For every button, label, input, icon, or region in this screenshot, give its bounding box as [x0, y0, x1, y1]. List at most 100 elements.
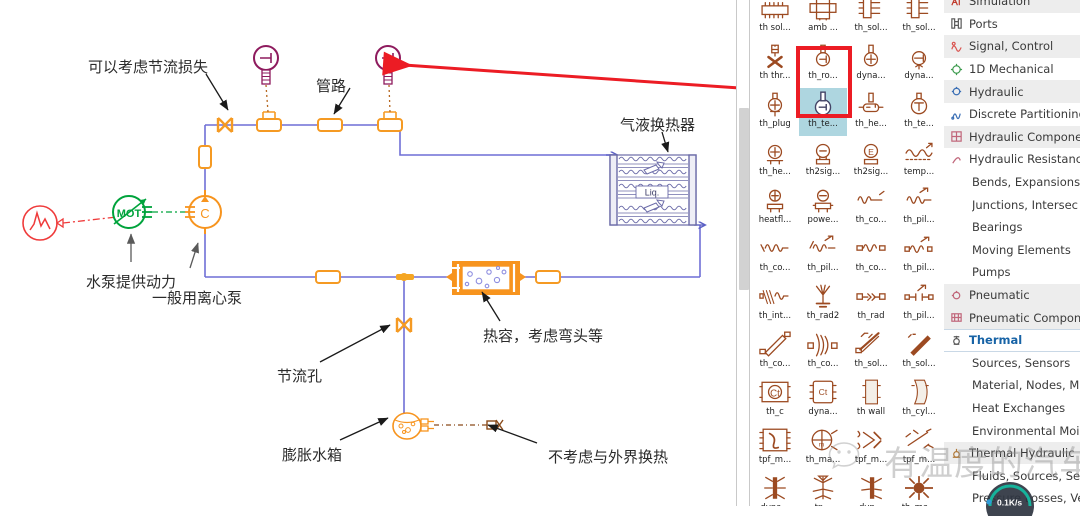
tree-item-ports[interactable]: Ports	[944, 13, 1080, 36]
tree-item-1d-mechanical[interactable]: 1D Mechanical	[944, 58, 1080, 81]
tree-item-label: Bearings	[972, 220, 1023, 235]
tree-item-label: Environmental Moi	[972, 423, 1080, 438]
mechanical-icon	[948, 62, 964, 76]
palette-item-12[interactable]: th_he...	[751, 136, 799, 184]
tree-item-simulation[interactable]: Simulation	[944, 0, 1080, 13]
palette-item-6[interactable]: dyna...	[847, 40, 895, 88]
heat_a-icon	[849, 89, 893, 119]
tree-item-discrete-partitioning[interactable]: Discrete Partitioning	[944, 103, 1080, 126]
tree-item-hydraulic-resistance[interactable]: Hydraulic Resistance	[944, 148, 1080, 171]
scrollbar-thumb[interactable]	[739, 108, 749, 290]
palette-item-29[interactable]: th_co...	[799, 328, 847, 376]
palette-item-18[interactable]: th_co...	[847, 184, 895, 232]
diagram-canvas[interactable]: Liq. MOT C 可以考虑节流损失 管路 气液换热器 水泵提供动力 一般用离…	[0, 0, 736, 506]
palette-item-4[interactable]: th thr...	[751, 40, 799, 88]
palette-item-10[interactable]: th_he...	[847, 88, 895, 136]
palette-item-26[interactable]: th_rad	[847, 280, 895, 328]
tree-item-junctions-intersec[interactable]: Junctions, Intersec	[944, 193, 1080, 216]
palette-item-41[interactable]: tp...	[799, 472, 847, 506]
tree-item-signal-control[interactable]: Signal, Control	[944, 35, 1080, 58]
tree-item-thermal[interactable]: Thermal	[944, 328, 1080, 352]
palette-item-40[interactable]: dyna...	[751, 472, 799, 506]
signal-source-component	[22, 205, 127, 241]
component-palette[interactable]: th sol... amb ... th_sol... th_sol... th thr…	[751, 0, 943, 506]
co_b-icon	[753, 233, 797, 263]
palette-item-22[interactable]: th_co...	[847, 232, 895, 280]
tree-item-label: 1D Mechanical	[969, 62, 1054, 77]
hx-liquid-label: Liq.	[645, 188, 660, 198]
rad-icon	[849, 281, 893, 311]
palette-item-32[interactable]: Ct th_c	[751, 376, 799, 424]
palette-item-5[interactable]: th_ro...	[799, 40, 847, 88]
palette-item-label: th_sol...	[854, 23, 888, 33]
tree-item-material-nodes-m[interactable]: Material, Nodes, M	[944, 374, 1080, 397]
co_a-icon	[849, 185, 893, 215]
palette-item-21[interactable]: th_pil...	[799, 232, 847, 280]
hydraulic-comp-icon	[948, 130, 964, 144]
palette-item-13[interactable]: th2sig...	[799, 136, 847, 184]
palette-item-2[interactable]: th_sol...	[847, 0, 895, 40]
tree-item-bearings[interactable]: Bearings	[944, 216, 1080, 239]
temperature-sensor-1	[253, 45, 279, 113]
tree-item-pneumatic[interactable]: Pneumatic	[944, 283, 1080, 307]
palette-item-42[interactable]: dyn...	[847, 472, 895, 506]
rate-gauge-badge: 0.1K/s	[986, 482, 1034, 516]
palette-item-label: th wall	[856, 407, 886, 417]
tree-item-moving-elements[interactable]: Moving Elements	[944, 239, 1080, 262]
palette-item-9[interactable]: th_te...	[799, 88, 847, 136]
tree-item-pneumatic-componen[interactable]: Pneumatic Componen	[944, 306, 1080, 329]
tree-item-hydraulic-component[interactable]: Hydraulic Component	[944, 125, 1080, 149]
tree-item-environmental-moi[interactable]: Environmental Moi	[944, 419, 1080, 442]
palette-item-17[interactable]: powe...	[799, 184, 847, 232]
tree-item-label: Discrete Partitioning	[969, 107, 1080, 122]
palette-item-34[interactable]: th wall	[847, 376, 895, 424]
palette-item-25[interactable]: th_rad2	[799, 280, 847, 328]
palette-item-38[interactable]: tpf_m...	[847, 424, 895, 472]
tree-item-heat-exchanges[interactable]: Heat Exchanges	[944, 397, 1080, 420]
simulation-icon	[948, 0, 964, 8]
annotation-arrows-gray	[126, 233, 199, 269]
palette-item-label: th_he...	[759, 167, 791, 177]
palette-item-8[interactable]: th_plug	[751, 88, 799, 136]
tree-item-hydraulic[interactable]: Hydraulic	[944, 80, 1080, 103]
tree-item-label: Ports	[969, 16, 998, 31]
palette-item-label: th_c	[766, 407, 784, 417]
tree-item-thermal-hydraulic[interactable]: Thermal Hydraulic	[944, 441, 1080, 465]
hydraulic-res-icon	[948, 152, 964, 166]
centrifugal-pump-component: C	[185, 190, 222, 234]
palette-grid[interactable]: th sol... amb ... th_sol... th_sol... th thr…	[751, 0, 942, 506]
palette-item-28[interactable]: th_co...	[751, 328, 799, 376]
palette-item-20[interactable]: th_co...	[751, 232, 799, 280]
palette-item-16[interactable]: heatfl...	[751, 184, 799, 232]
dyn_a-icon	[849, 41, 893, 71]
tree-item-label: Moving Elements	[972, 242, 1071, 257]
palette-item-label: th_te...	[904, 119, 934, 129]
svg-text:E: E	[868, 147, 874, 157]
discrete-icon	[948, 107, 964, 121]
tree-item-label: Hydraulic Resistance	[969, 152, 1080, 167]
palette-item-37[interactable]: m th_ma...	[799, 424, 847, 472]
palette-item-14[interactable]: Eth2sig...	[847, 136, 895, 184]
annotation-throttle-loss: 可以考虑节流损失	[88, 58, 209, 76]
tree-item-pumps[interactable]: Pumps	[944, 261, 1080, 284]
palette-item-0[interactable]: th sol...	[751, 0, 799, 40]
expansion-tank-component	[392, 412, 504, 440]
palette-item-label: th_co...	[807, 359, 839, 369]
palette-item-1[interactable]: amb ...	[799, 0, 847, 40]
tree-item-label: Signal, Control	[969, 39, 1054, 54]
tree-item-sources-sensors[interactable]: Sources, Sensors	[944, 352, 1080, 375]
hydraulic-icon	[948, 85, 964, 99]
palette-item-label: powe...	[807, 215, 839, 225]
category-tree[interactable]: Simulation Ports Signal, Control 1D Mechani…	[944, 0, 1080, 506]
palette-item-30[interactable]: th_sol...	[847, 328, 895, 376]
tree-item-bends-expansions[interactable]: Bends, Expansions,	[944, 171, 1080, 194]
palette-item-label: dyna...	[904, 71, 934, 81]
th2sig_b-icon: E	[849, 137, 893, 167]
canvas-vertical-scrollbar[interactable]	[736, 0, 750, 506]
annotation-gas-liquid-heat-exchanger: 气液换热器	[620, 116, 696, 134]
palette-item-33[interactable]: Ct dyna...	[799, 376, 847, 424]
palette-item-24[interactable]: th_int...	[751, 280, 799, 328]
palette-item-36[interactable]: tpf_m...	[751, 424, 799, 472]
tree-item-label: Hydraulic Component	[969, 129, 1080, 144]
pneumatic-comp-icon	[948, 311, 964, 325]
